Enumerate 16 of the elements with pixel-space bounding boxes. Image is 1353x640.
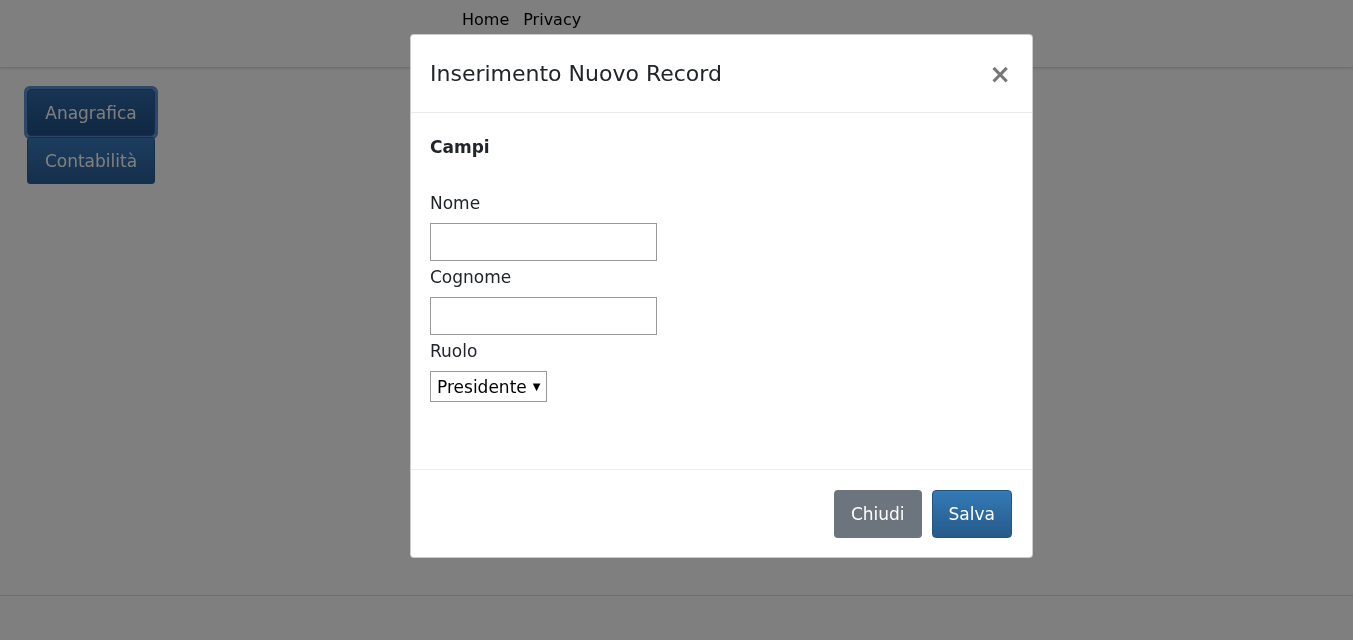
input-field[interactable] [430, 297, 657, 335]
field-label: Nome [430, 193, 481, 213]
close-dialog-button[interactable]: Chiudi [833, 489, 922, 538]
field-label: Ruolo [430, 341, 478, 361]
sidebar-button[interactable]: Anagrafica [27, 89, 155, 136]
caret-icon: ▼ [532, 381, 541, 392]
save-button[interactable]: Salva [931, 489, 1012, 538]
nav-link[interactable]: Home [462, 10, 510, 29]
modal-title: Inserimento Nuovo Record [430, 61, 722, 86]
select-dropdown[interactable]: Presidente ▼ [430, 371, 548, 402]
nav-link[interactable]: Privacy [523, 10, 582, 29]
field-label: Cognome [430, 267, 512, 287]
close-button[interactable]: × [987, 60, 1013, 87]
section-heading: Campi [430, 137, 490, 157]
sidebar-button[interactable]: Contabilità [27, 137, 155, 184]
input-field[interactable] [430, 223, 657, 261]
